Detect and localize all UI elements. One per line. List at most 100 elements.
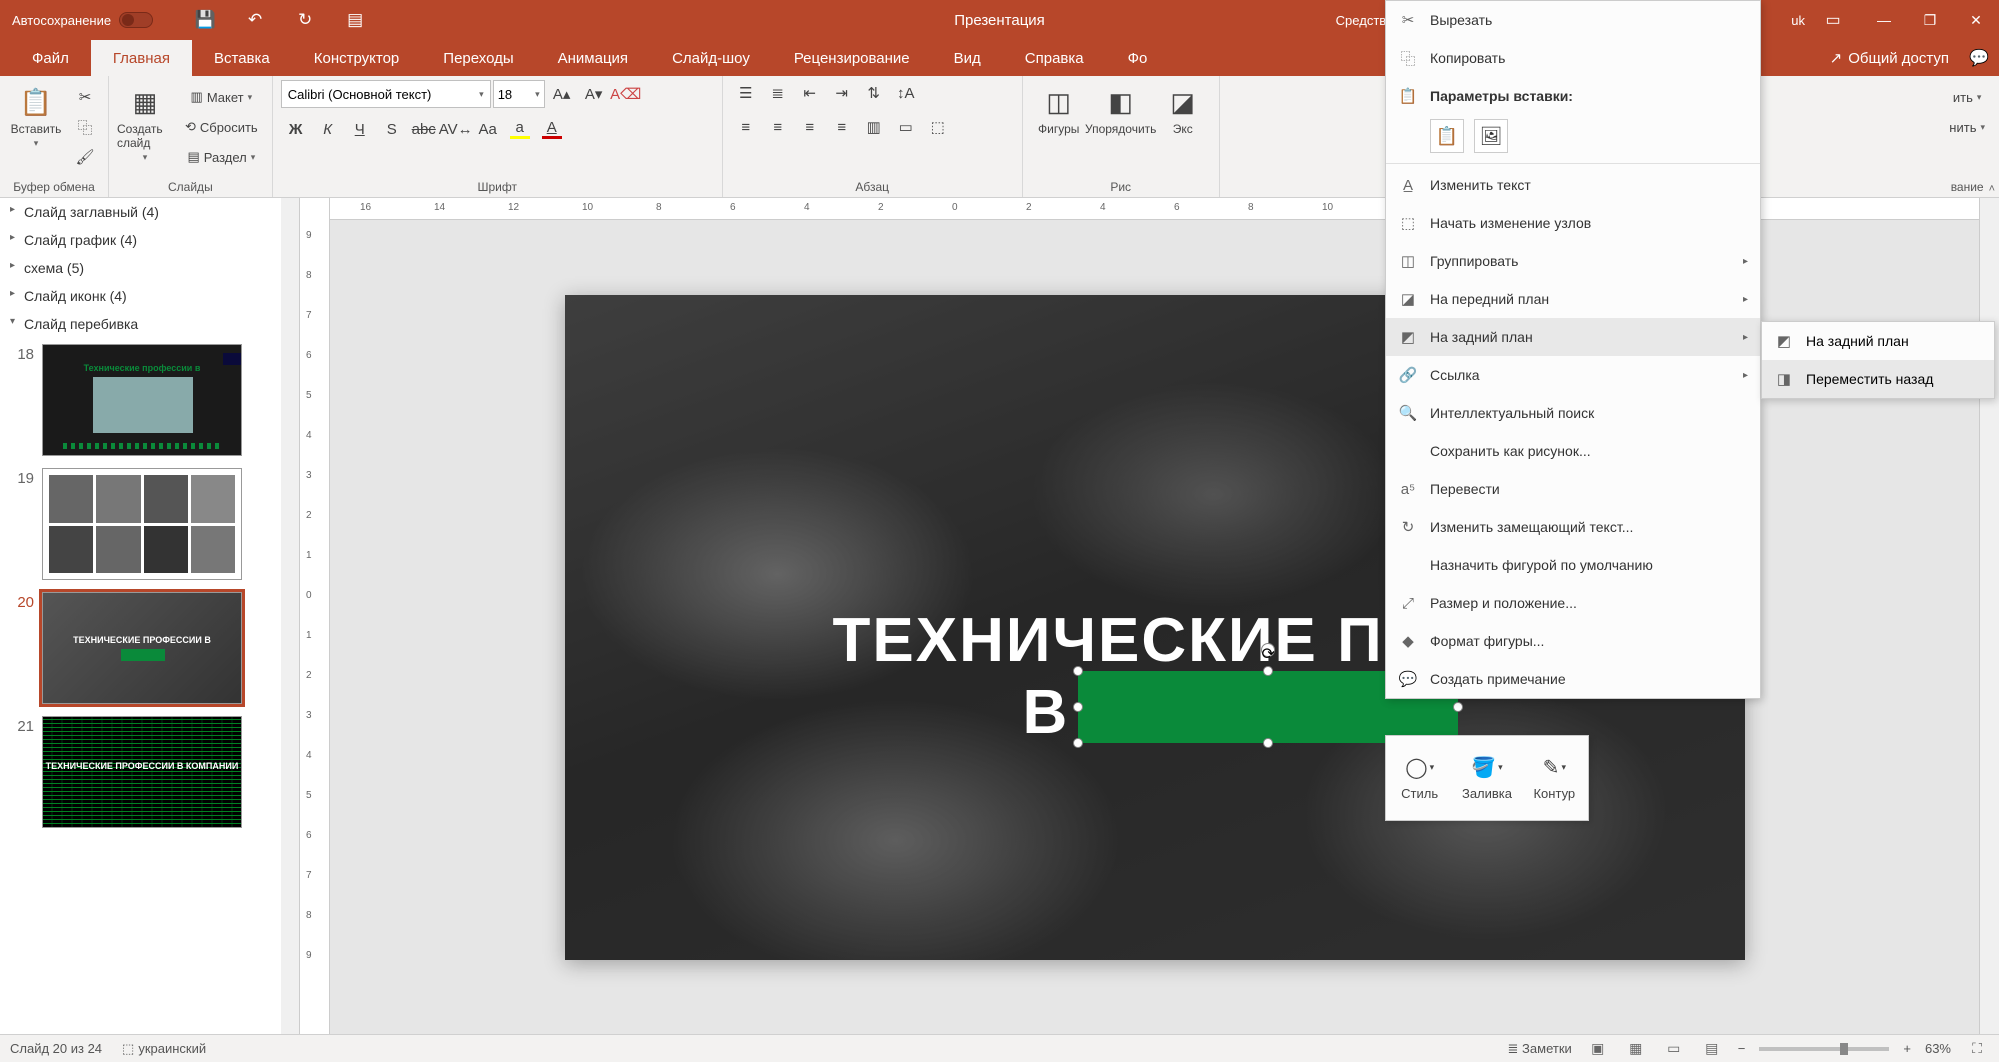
- italic-icon[interactable]: К: [313, 116, 343, 142]
- slide-thumbnail[interactable]: ТЕХНИЧЕСКИЕ ПРОФЕССИИ В КОМПАНИИ: [42, 716, 242, 828]
- ctx-new-comment[interactable]: 💬Создать примечание: [1386, 660, 1760, 698]
- numbering-icon[interactable]: ≣: [763, 80, 793, 106]
- section-header[interactable]: Слайд перебивка: [0, 310, 299, 338]
- notes-button[interactable]: ≣ Заметки: [1508, 1041, 1572, 1057]
- reading-view-icon[interactable]: ▭: [1662, 1039, 1686, 1059]
- resize-handle-nw[interactable]: [1073, 666, 1083, 676]
- slide-thumbnail-row[interactable]: 21 ТЕХНИЧЕСКИЕ ПРОФЕССИИ В КОМПАНИИ: [0, 710, 299, 834]
- paste-button[interactable]: 📋 Вставить ▾: [8, 80, 64, 149]
- share-button[interactable]: ↗ Общий доступ: [1820, 49, 1959, 67]
- section-header[interactable]: Слайд иконк (4): [0, 282, 299, 310]
- ctx-alt-text[interactable]: ↻Изменить замещающий текст...: [1386, 508, 1760, 546]
- comments-icon[interactable]: 💬: [1959, 38, 1999, 78]
- ctx-save-as-picture[interactable]: Сохранить как рисунок...: [1386, 432, 1760, 470]
- tab-help[interactable]: Справка: [1003, 40, 1106, 76]
- zoom-in-button[interactable]: +: [1903, 1041, 1911, 1056]
- zoom-level[interactable]: 63%: [1925, 1041, 1951, 1056]
- rotation-handle[interactable]: ⟳: [1261, 643, 1275, 657]
- paste-keep-formatting[interactable]: 📋: [1430, 119, 1464, 153]
- ctx-smart-lookup[interactable]: 🔍Интеллектуальный поиск: [1386, 394, 1760, 432]
- slide-title-line2[interactable]: В: [1023, 677, 1068, 748]
- replace-button[interactable]: нить▾: [1943, 114, 1991, 140]
- sorter-view-icon[interactable]: ▦: [1624, 1039, 1648, 1059]
- section-header[interactable]: Слайд заглавный (4): [0, 198, 299, 226]
- slide-thumbnail-row[interactable]: 19: [0, 462, 299, 586]
- layout-button[interactable]: ▥Макет▾: [179, 84, 264, 110]
- ctx-copy[interactable]: ⿻Копировать: [1386, 39, 1760, 77]
- close-button[interactable]: ✕: [1953, 0, 1999, 40]
- resize-handle-s[interactable]: [1263, 738, 1273, 748]
- char-spacing-icon[interactable]: AV↔: [441, 116, 471, 142]
- shrink-font-icon[interactable]: A▾: [579, 81, 609, 107]
- normal-view-icon[interactable]: ▣: [1586, 1039, 1610, 1059]
- language-indicator[interactable]: ⬚украинский: [122, 1041, 206, 1057]
- tab-format[interactable]: Фо: [1106, 40, 1170, 76]
- shapes-button[interactable]: ◫ Фигуры: [1031, 80, 1087, 136]
- align-right-icon[interactable]: ≡: [795, 114, 825, 140]
- zoom-slider[interactable]: [1759, 1047, 1889, 1051]
- slide-thumbnail-active[interactable]: ТЕХНИЧЕСКИЕ ПРОФЕССИИ В: [42, 592, 242, 704]
- smartart-icon[interactable]: ⬚: [923, 114, 953, 140]
- undo-icon[interactable]: ↶: [245, 10, 265, 30]
- tab-home[interactable]: Главная: [91, 40, 192, 76]
- section-header[interactable]: схема (5): [0, 254, 299, 282]
- ctx-send-back[interactable]: ◩На задний план▸: [1386, 318, 1760, 356]
- font-color-icon[interactable]: A: [537, 116, 567, 142]
- ctx-format-shape[interactable]: ◆Формат фигуры...: [1386, 622, 1760, 660]
- zoom-out-button[interactable]: −: [1738, 1041, 1746, 1056]
- ctx-bring-front[interactable]: ◪На передний план▸: [1386, 280, 1760, 318]
- shape-fill-button[interactable]: ить▾: [1943, 84, 1991, 110]
- align-text-icon[interactable]: ▭: [891, 114, 921, 140]
- mini-outline[interactable]: ✎▾Контур: [1521, 736, 1588, 820]
- paste-picture[interactable]: 🖼: [1474, 119, 1508, 153]
- ctx-edit-points[interactable]: ⬚Начать изменение узлов: [1386, 204, 1760, 242]
- grow-font-icon[interactable]: A▴: [547, 81, 577, 107]
- tab-design[interactable]: Конструктор: [292, 40, 422, 76]
- arrange-button[interactable]: ◧ Упорядочить: [1093, 80, 1149, 136]
- tab-slideshow[interactable]: Слайд-шоу: [650, 40, 772, 76]
- tab-view[interactable]: Вид: [932, 40, 1003, 76]
- columns-icon[interactable]: ▥: [859, 114, 889, 140]
- present-from-start-icon[interactable]: ▤: [345, 10, 365, 30]
- decrease-indent-icon[interactable]: ⇤: [795, 80, 825, 106]
- slideshow-view-icon[interactable]: ▤: [1700, 1039, 1724, 1059]
- ctx-edit-text[interactable]: A̲Изменить текст: [1386, 166, 1760, 204]
- highlight-icon[interactable]: a: [505, 116, 535, 142]
- text-direction-icon[interactable]: ↕A: [891, 80, 921, 106]
- slide-thumbnail-row[interactable]: 18 Технические профессии в: [0, 338, 299, 462]
- redo-icon[interactable]: ↻: [295, 10, 315, 30]
- slide-thumbnail[interactable]: [42, 468, 242, 580]
- ctx-group[interactable]: ◫Группировать▸: [1386, 242, 1760, 280]
- increase-indent-icon[interactable]: ⇥: [827, 80, 857, 106]
- collapse-ribbon-icon[interactable]: ˄: [1989, 183, 1995, 195]
- copy-icon[interactable]: ⿻: [70, 114, 100, 140]
- tab-insert[interactable]: Вставка: [192, 40, 292, 76]
- strikethrough-icon[interactable]: abc: [409, 116, 439, 142]
- resize-handle-n[interactable]: [1263, 666, 1273, 676]
- cut-icon[interactable]: ✂: [70, 84, 100, 110]
- font-family-select[interactable]: Calibri (Основной текст)▾: [281, 80, 491, 108]
- section-header[interactable]: Слайд график (4): [0, 226, 299, 254]
- ctx-cut[interactable]: ✂Вырезать: [1386, 1, 1760, 39]
- change-case-icon[interactable]: Aa: [473, 116, 503, 142]
- format-painter-icon[interactable]: 🖌: [70, 144, 100, 170]
- autosave-toggle[interactable]: [119, 12, 153, 28]
- save-icon[interactable]: 💾: [195, 10, 215, 30]
- tab-file[interactable]: Файл: [10, 40, 91, 76]
- autosave-control[interactable]: Автосохранение: [0, 12, 165, 28]
- underline-icon[interactable]: Ч: [345, 116, 375, 142]
- mini-style[interactable]: ◯▾Стиль: [1386, 736, 1453, 820]
- ctx-set-default[interactable]: Назначить фигурой по умолчанию: [1386, 546, 1760, 584]
- justify-icon[interactable]: ≡: [827, 114, 857, 140]
- align-left-icon[interactable]: ≡: [731, 114, 761, 140]
- slide-thumbnail[interactable]: Технические профессии в: [42, 344, 242, 456]
- align-center-icon[interactable]: ≡: [763, 114, 793, 140]
- clear-format-icon[interactable]: A⌫: [611, 81, 641, 107]
- tab-animation[interactable]: Анимация: [536, 40, 650, 76]
- tab-review[interactable]: Рецензирование: [772, 40, 932, 76]
- new-slide-button[interactable]: ▦ Создать слайд ▾: [117, 80, 173, 163]
- maximize-button[interactable]: ❐: [1907, 0, 1953, 40]
- resize-handle-w[interactable]: [1073, 702, 1083, 712]
- minimize-button[interactable]: —: [1861, 0, 1907, 40]
- slide-thumbnail-row[interactable]: 20 ТЕХНИЧЕСКИЕ ПРОФЕССИИ В: [0, 586, 299, 710]
